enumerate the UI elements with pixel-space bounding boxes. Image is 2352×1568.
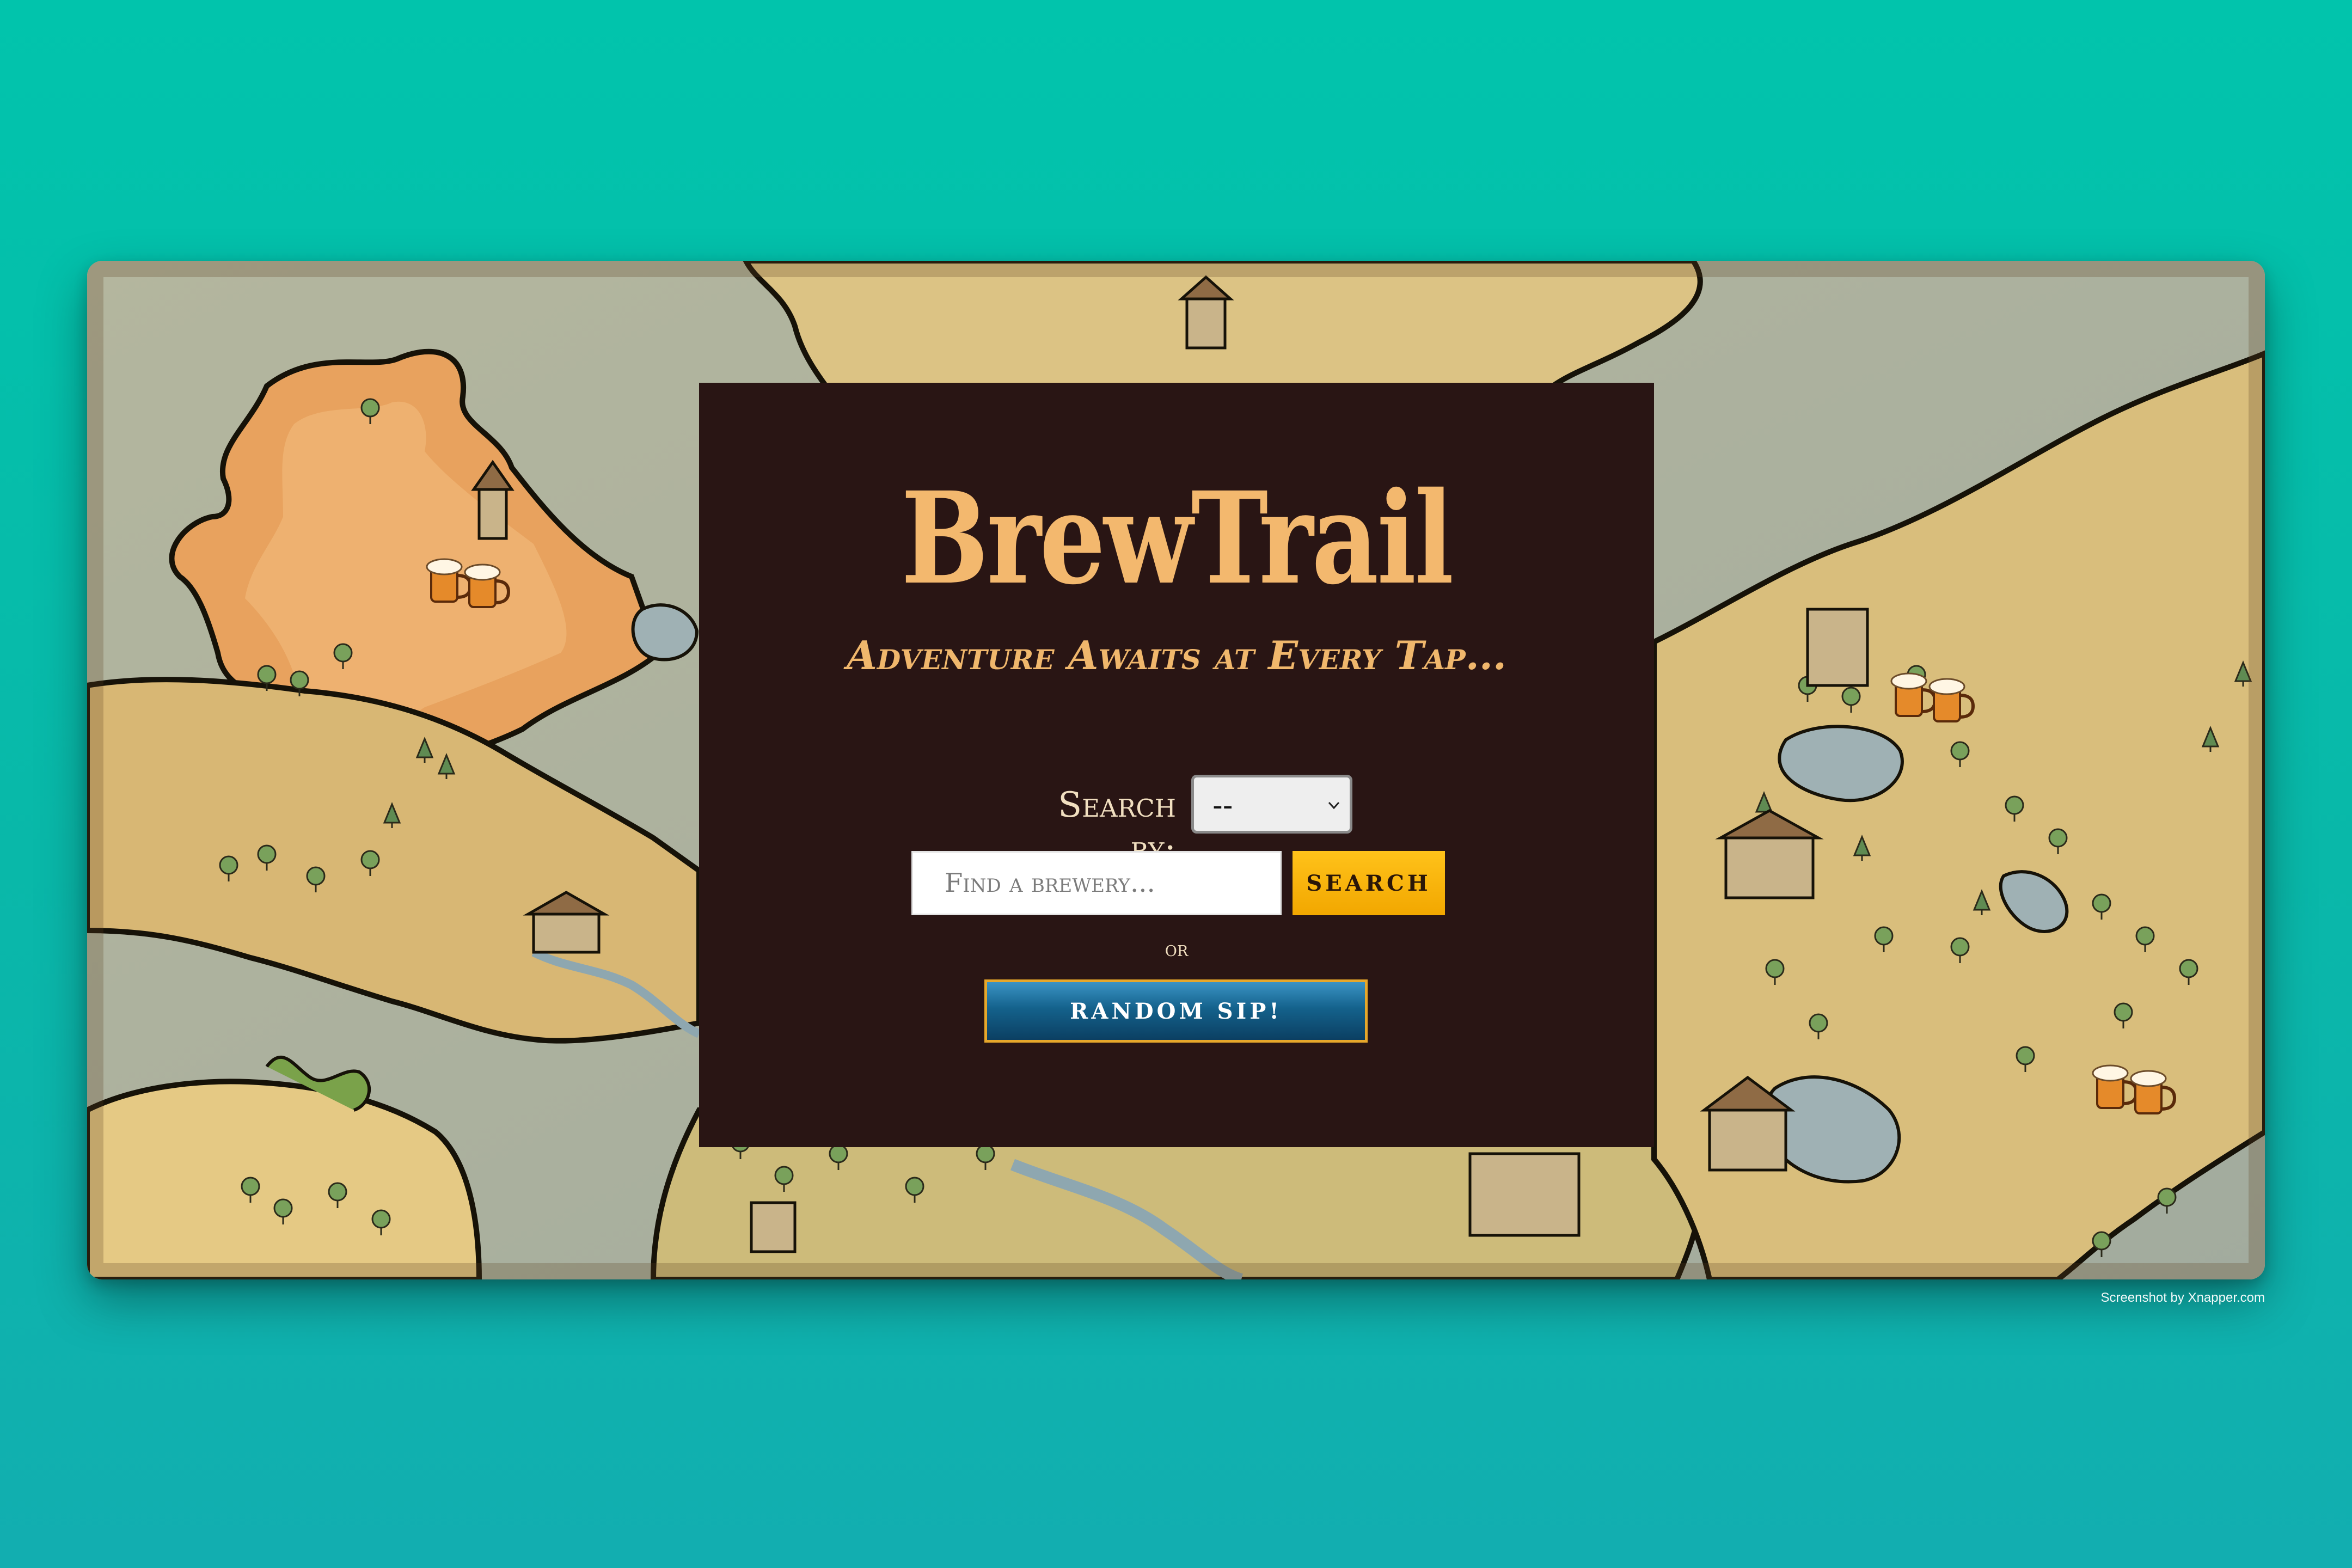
chevron-down-icon [1328,801,1340,810]
app-window: BrewTrail Adventure Awaits at Every Tap.… [87,261,2265,1279]
search-by-selected-value: -- [1212,789,1233,822]
or-divider-text: or [1165,937,1189,961]
brewery-search-input[interactable] [911,851,1282,915]
search-by-select[interactable]: -- [1191,775,1352,834]
random-sip-button[interactable]: Random Sip! [984,979,1368,1043]
app-tagline: Adventure Awaits at Every Tap... [847,632,1506,678]
search-by-row: Search by: -- [699,775,1654,869]
screenshot-credit: Screenshot by Xnapper.com [2100,1290,2265,1305]
search-button[interactable]: Search [1293,851,1445,915]
search-panel: BrewTrail Adventure Awaits at Every Tap.… [699,383,1654,1147]
app-title: BrewTrail [901,464,1454,612]
search-row: Search [699,851,1654,917]
